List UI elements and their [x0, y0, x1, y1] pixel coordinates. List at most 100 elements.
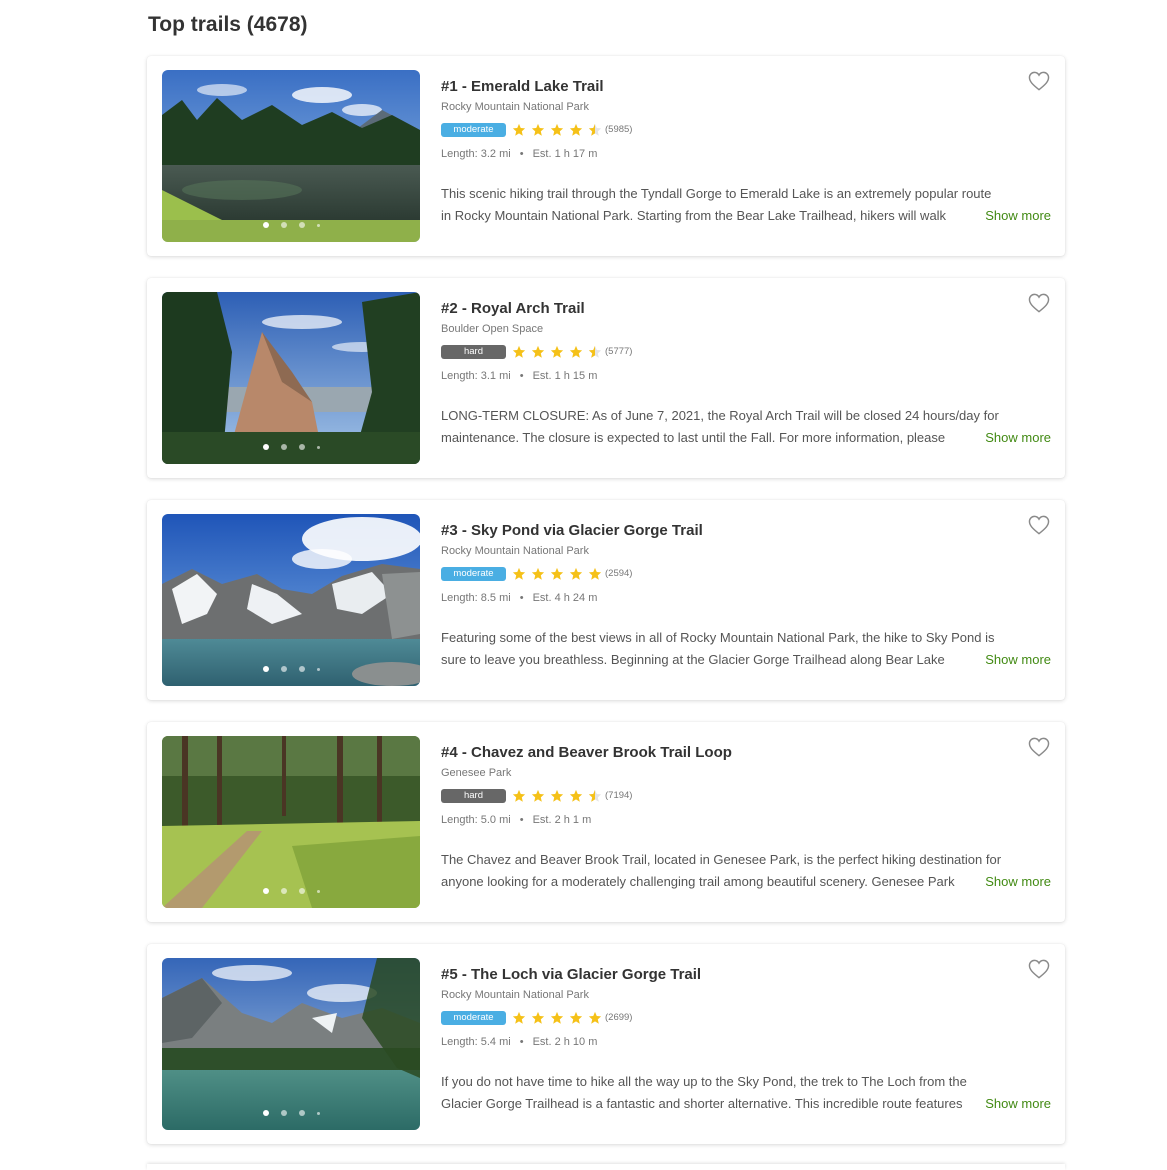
star-icon — [550, 123, 564, 136]
trail-card[interactable]: #4 - Chavez and Beaver Brook Trail Loop … — [147, 722, 1065, 922]
show-more-link[interactable]: Show more — [982, 1093, 1051, 1115]
carousel-dot[interactable] — [280, 444, 287, 450]
star-icon — [512, 123, 526, 136]
star-icon — [531, 345, 545, 358]
mountain-lake-photo — [162, 958, 420, 1130]
trail-park[interactable]: Rocky Mountain National Park — [441, 545, 589, 557]
show-more-link[interactable]: Show more — [982, 205, 1051, 227]
carousel-dot[interactable] — [298, 888, 305, 894]
heart-icon[interactable] — [1028, 515, 1050, 535]
trail-description: This scenic hiking trail through the Tyn… — [441, 183, 1051, 227]
heart-icon[interactable] — [1028, 71, 1050, 91]
difficulty-badge: hard — [441, 789, 506, 803]
carousel-dot[interactable] — [262, 222, 269, 228]
meta-separator: • — [519, 814, 524, 826]
carousel-dot[interactable] — [298, 222, 305, 228]
trail-card[interactable]: #1 - Emerald Lake Trail Rocky Mountain N… — [147, 56, 1065, 256]
trail-description: The Chavez and Beaver Brook Trail, locat… — [441, 849, 1051, 893]
trail-title[interactable]: #3 - Sky Pond via Glacier Gorge Trail — [441, 522, 703, 539]
carousel-dot[interactable] — [298, 666, 305, 672]
trail-photo[interactable] — [162, 70, 420, 242]
trail-park[interactable]: Boulder Open Space — [441, 323, 543, 335]
trail-park[interactable]: Rocky Mountain National Park — [441, 101, 589, 113]
rating-stars: (2594) — [512, 565, 632, 583]
carousel-dot[interactable] — [280, 666, 287, 672]
difficulty-badge: moderate — [441, 567, 506, 581]
trail-meta: Length: 3.1 mi • Est. 1 h 15 m — [441, 370, 597, 382]
carousel-dot[interactable] — [316, 445, 320, 449]
meta-separator: • — [519, 592, 524, 604]
trail-est-time: Est. 4 h 24 m — [532, 592, 598, 604]
carousel-dot[interactable] — [262, 1110, 269, 1116]
trail-length: Length: 5.4 mi — [441, 1036, 511, 1048]
review-count: (5777) — [605, 346, 633, 358]
star-icon — [531, 123, 545, 136]
trail-meta: Length: 5.4 mi • Est. 2 h 10 m — [441, 1036, 597, 1048]
trail-title[interactable]: #4 - Chavez and Beaver Brook Trail Loop — [441, 744, 732, 761]
trail-meta: Length: 5.0 mi • Est. 2 h 1 m — [441, 814, 591, 826]
carousel-dots[interactable] — [162, 1110, 420, 1116]
carousel-dots[interactable] — [162, 666, 420, 672]
star-icon — [550, 345, 564, 358]
description-line: in Rocky Mountain National Park. Startin… — [441, 205, 1051, 227]
carousel-dot[interactable] — [262, 444, 269, 450]
trail-photo[interactable] — [162, 514, 420, 686]
star-icon — [550, 567, 564, 580]
trail-photo[interactable] — [162, 292, 420, 464]
description-line-text: maintenance. The closure is expected to … — [441, 430, 946, 445]
show-more-link[interactable]: Show more — [982, 427, 1051, 449]
carousel-dot[interactable] — [316, 223, 320, 227]
trail-card[interactable]: #3 - Sky Pond via Glacier Gorge Trail Ro… — [147, 500, 1065, 700]
star-icon — [569, 123, 583, 136]
carousel-dot[interactable] — [262, 666, 269, 672]
trail-description: Featuring some of the best views in all … — [441, 627, 1051, 671]
trail-length: Length: 5.0 mi — [441, 814, 511, 826]
carousel-dot[interactable] — [298, 1110, 305, 1116]
trail-length: Length: 8.5 mi — [441, 592, 511, 604]
carousel-dot[interactable] — [280, 888, 287, 894]
star-icon — [512, 567, 526, 580]
difficulty-badge: moderate — [441, 123, 506, 137]
carousel-dot[interactable] — [280, 1110, 287, 1116]
carousel-dot[interactable] — [316, 667, 320, 671]
star-icon — [550, 1011, 564, 1024]
carousel-dots[interactable] — [162, 888, 420, 894]
half-star-icon — [588, 123, 602, 136]
carousel-dot[interactable] — [280, 222, 287, 228]
trail-title[interactable]: #2 - Royal Arch Trail — [441, 300, 585, 317]
trail-card[interactable]: #5 - The Loch via Glacier Gorge Trail Ro… — [147, 944, 1065, 1144]
star-icon — [569, 789, 583, 802]
carousel-dots[interactable] — [162, 222, 420, 228]
heart-icon[interactable] — [1028, 959, 1050, 979]
trail-photo[interactable] — [162, 736, 420, 908]
rating-stars: (7194) — [512, 787, 632, 805]
trail-est-time: Est. 1 h 15 m — [532, 370, 598, 382]
star-icon — [569, 1011, 583, 1024]
heart-icon[interactable] — [1028, 737, 1050, 757]
star-icon — [588, 567, 602, 580]
rating-stars: (5985) — [512, 121, 632, 139]
carousel-dot[interactable] — [316, 1111, 320, 1115]
trail-card[interactable]: #2 - Royal Arch Trail Boulder Open Space… — [147, 278, 1065, 478]
carousel-dots[interactable] — [162, 444, 420, 450]
carousel-dot[interactable] — [298, 444, 305, 450]
star-icon — [531, 1011, 545, 1024]
show-more-link[interactable]: Show more — [982, 649, 1051, 671]
show-more-link[interactable]: Show more — [982, 871, 1051, 893]
trail-photo[interactable] — [162, 958, 420, 1130]
trail-title[interactable]: #1 - Emerald Lake Trail — [441, 78, 604, 95]
review-count: (5985) — [605, 124, 633, 136]
trail-title[interactable]: #5 - The Loch via Glacier Gorge Trail — [441, 966, 701, 983]
description-line: anyone looking for a moderately challeng… — [441, 871, 1051, 893]
heart-icon[interactable] — [1028, 293, 1050, 313]
trail-park[interactable]: Rocky Mountain National Park — [441, 989, 589, 1001]
meta-separator: • — [519, 370, 524, 382]
trail-park[interactable]: Genesee Park — [441, 767, 511, 779]
carousel-dot[interactable] — [262, 888, 269, 894]
star-icon — [512, 345, 526, 358]
trail-est-time: Est. 1 h 17 m — [532, 148, 598, 160]
meta-separator: • — [519, 148, 524, 160]
carousel-dot[interactable] — [316, 889, 320, 893]
star-icon — [512, 1011, 526, 1024]
review-count: (7194) — [605, 790, 633, 802]
